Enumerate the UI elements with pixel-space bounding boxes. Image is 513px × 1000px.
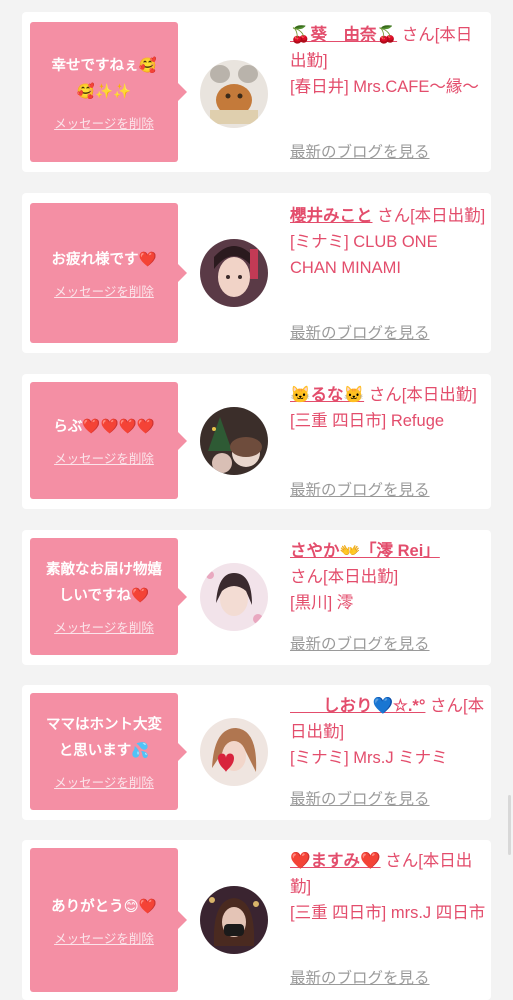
view-blog-link[interactable]: 最新のブログを見る: [290, 321, 430, 343]
host-info: しおり💙☆.*° さん[本日出勤] [ミナミ] Mrs.J ミナミ: [290, 693, 486, 771]
message-bubble: お疲れ様です❤️ メッセージを削除: [30, 203, 187, 343]
list-item: お疲れ様です❤️ メッセージを削除 櫻井みこと さん[本日出勤] [ミナミ] C…: [22, 193, 491, 353]
host-info: さやか👐「澪 Rei」 さん[本日出勤] [黒川] 澪: [290, 538, 486, 616]
avatar[interactable]: [200, 407, 268, 475]
message-list: 幸せですねぇ🥰 🥰✨✨ メッセージを削除 🍒葵 由奈🍒 さん[本日出勤] [春日井…: [0, 0, 513, 1000]
list-item: 幸せですねぇ🥰 🥰✨✨ メッセージを削除 🍒葵 由奈🍒 さん[本日出勤] [春日井…: [22, 12, 491, 172]
avatar[interactable]: [200, 886, 268, 954]
shop-name: [三重 四日市] Refuge: [290, 412, 445, 430]
avatar[interactable]: [200, 563, 268, 631]
avatar[interactable]: [200, 718, 268, 786]
host-name-link[interactable]: 🍒葵 由奈🍒: [290, 26, 397, 44]
view-blog-link[interactable]: 最新のブログを見る: [290, 966, 430, 988]
shop-name: [ミナミ] CLUB ONE CHAN MINAMI: [290, 233, 438, 277]
delete-message-link[interactable]: メッセージを削除: [54, 281, 154, 300]
shop-name: [黒川] 澪: [290, 594, 354, 612]
view-blog-link[interactable]: 最新のブログを見る: [290, 632, 430, 654]
message-bubble: ママはホント大変 と思います💦 メッセージを削除: [30, 693, 187, 810]
list-item: 素敵なお届け物嬉 しいですね❤️ メッセージを削除 さやか👐「澪 Rei」 さん[…: [22, 530, 491, 665]
host-info: ❤️ますみ❤️ さん[本日出勤] [三重 四日市] mrs.J 四日市: [290, 848, 486, 926]
message-bubble: 幸せですねぇ🥰 🥰✨✨ メッセージを削除: [30, 22, 187, 162]
message-text: 素敵なお届け物嬉 しいですね❤️: [46, 562, 162, 604]
delete-message-link[interactable]: メッセージを削除: [54, 772, 154, 791]
host-status: さん[本日出勤]: [377, 207, 486, 225]
shop-name: [ミナミ] Mrs.J ミナミ: [290, 749, 448, 767]
view-blog-link[interactable]: 最新のブログを見る: [290, 140, 430, 162]
host-status: さん[本日出勤]: [290, 568, 399, 586]
message-text: らぶ❤️❤️❤️❤️: [53, 419, 155, 435]
host-info: 🍒葵 由奈🍒 さん[本日出勤] [春日井] Mrs.CAFE〜縁〜: [290, 22, 486, 100]
view-blog-link[interactable]: 最新のブログを見る: [290, 787, 430, 809]
host-info: 櫻井みこと さん[本日出勤] [ミナミ] CLUB ONE CHAN MINAM…: [290, 203, 486, 281]
scrollbar[interactable]: [508, 795, 511, 855]
message-bubble: らぶ❤️❤️❤️❤️ メッセージを削除: [30, 382, 187, 499]
host-info: 🐱るな🐱 さん[本日出勤] [三重 四日市] Refuge: [290, 382, 486, 434]
message-bubble: ありがとう😊❤️ メッセージを削除: [30, 848, 187, 992]
shop-name: [春日井] Mrs.CAFE〜縁〜: [290, 78, 479, 96]
delete-message-link[interactable]: メッセージを削除: [54, 617, 154, 636]
list-item: ママはホント大変 と思います💦 メッセージを削除 しおり💙☆.*° さん[本日出勤…: [22, 685, 491, 820]
host-name-link[interactable]: ❤️ますみ❤️: [290, 852, 381, 870]
host-name-link[interactable]: さやか👐「澪 Rei」: [290, 542, 440, 560]
message-bubble: 素敵なお届け物嬉 しいですね❤️ メッセージを削除: [30, 538, 187, 655]
list-item: らぶ❤️❤️❤️❤️ メッセージを削除 🐱るな🐱 さん[本日出勤] [三重 四日…: [22, 374, 491, 509]
avatar[interactable]: [200, 239, 268, 307]
message-text: ありがとう😊❤️: [51, 898, 157, 915]
avatar[interactable]: [200, 60, 268, 128]
host-name-link[interactable]: 🐱るな🐱: [290, 386, 364, 404]
message-text: お疲れ様です❤️: [51, 251, 157, 268]
shop-name: [三重 四日市] mrs.J 四日市: [290, 904, 486, 922]
list-item: ありがとう😊❤️ メッセージを削除 ❤️ますみ❤️ さん[本日出勤] [三重 四…: [22, 840, 491, 1000]
view-blog-link[interactable]: 最新のブログを見る: [290, 478, 430, 500]
delete-message-link[interactable]: メッセージを削除: [54, 448, 154, 467]
host-name-link[interactable]: 櫻井みこと: [290, 207, 373, 225]
delete-message-link[interactable]: メッセージを削除: [54, 113, 154, 132]
delete-message-link[interactable]: メッセージを削除: [54, 928, 154, 947]
message-text: 幸せですねぇ🥰 🥰✨✨: [51, 57, 157, 100]
message-text: ママはホント大変 と思います💦: [46, 717, 162, 759]
host-name-link[interactable]: しおり💙☆.*°: [290, 697, 425, 715]
host-status: さん[本日出勤]: [368, 386, 477, 404]
